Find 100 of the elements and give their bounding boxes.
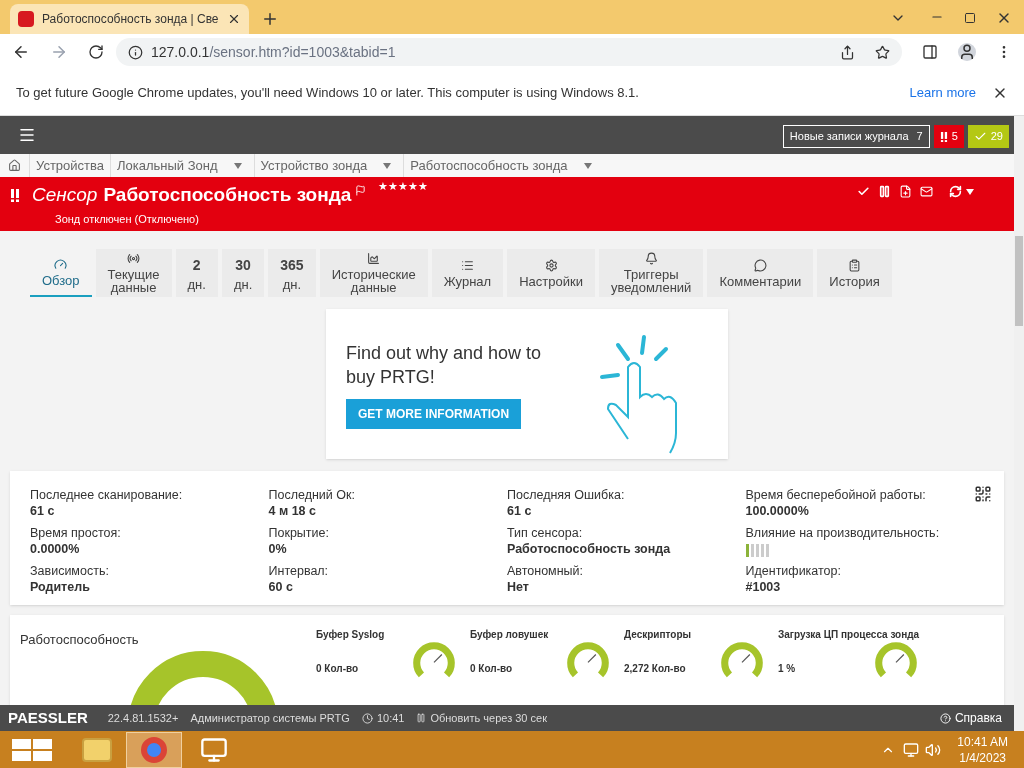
refresh-text: Обновить через 30 сек	[430, 710, 547, 726]
qr-code-icon[interactable]	[974, 485, 992, 503]
detail-value: 0%	[268, 541, 288, 557]
impact-meter	[745, 544, 770, 557]
star-icon: ★	[418, 181, 429, 192]
view-tab[interactable]: 365 дн.	[268, 249, 316, 297]
view-tab[interactable]: 2 дн.	[175, 249, 218, 297]
view-tab[interactable]: Исторические данные	[319, 249, 428, 297]
url-path: /sensor.htm?id=1003&tabid=1	[209, 42, 396, 62]
help-icon	[939, 712, 951, 724]
pause-icon[interactable]	[878, 185, 891, 198]
update-message: To get future Google Chrome updates, you'll need Windows 10 or later. This computer is using Windows 8.1.	[16, 83, 640, 102]
tab-icon	[848, 258, 861, 272]
alarms-button[interactable]: 5	[933, 125, 964, 148]
flag-icon[interactable]	[355, 185, 367, 196]
volume-icon[interactable]	[925, 741, 942, 758]
gauge-label: Загрузка ЦП процесса зонда	[778, 628, 921, 642]
tab-icon	[127, 252, 141, 265]
detail-value: Работоспособность зонда	[507, 541, 672, 557]
browser-tab[interactable]: Работоспособность зонда | Све	[10, 4, 249, 34]
view-tab[interactable]: Триггеры уведомлений	[598, 249, 704, 297]
promo-text: Find out why and how to buy PRTG!	[346, 342, 543, 389]
tab-icon	[644, 252, 658, 265]
windows-start-icon[interactable]	[12, 738, 52, 761]
refresh-icon[interactable]	[949, 185, 962, 198]
side-panel-icon[interactable]	[922, 44, 938, 60]
detail-value: 0.0000%	[30, 541, 81, 557]
view-tab[interactable]: Текущие данные	[95, 249, 172, 297]
gauge-value: 0 Кол-во	[316, 662, 359, 676]
url-host: 127.0.0.1	[151, 42, 210, 62]
caret-icon	[583, 162, 592, 169]
profile-icon[interactable]	[958, 43, 976, 61]
forward-icon[interactable]	[50, 43, 68, 61]
detail-value: 61 с	[30, 503, 56, 519]
star-icon: ★	[408, 181, 419, 192]
gauge-drawing	[720, 640, 764, 680]
tab-icon	[54, 257, 68, 271]
detail-label: Последнее сканирование:	[30, 487, 184, 503]
help-link[interactable]: Справка	[939, 709, 1002, 727]
sensor-kind: Сенсор	[32, 183, 98, 207]
gauge-label: Буфер ловушек	[470, 628, 550, 642]
gauge-drawing	[566, 640, 610, 680]
detail-label: Покрытие:	[268, 525, 330, 541]
tab-icon	[753, 258, 767, 272]
time-text: 10:41	[376, 710, 405, 726]
alert-icon	[10, 188, 20, 202]
learn-more-link[interactable]: Learn more	[909, 82, 976, 103]
detail-label: Зависимость:	[30, 563, 110, 579]
view-tab[interactable]: История	[817, 249, 892, 297]
monitor-app-icon[interactable]	[200, 735, 228, 764]
star-icon: ★	[398, 181, 409, 192]
restore-icon[interactable]	[964, 12, 976, 24]
detail-value: #1003	[745, 579, 782, 595]
tab-icon	[460, 258, 474, 272]
gauge-label: Дескрипторы	[624, 628, 693, 642]
detail-label: Последний Ок:	[268, 487, 356, 503]
detail-value: 60 с	[268, 579, 294, 595]
home-icon[interactable]	[8, 159, 21, 172]
detail-value: 100.0000%	[745, 503, 810, 519]
gauge-value: 1 %	[778, 662, 796, 676]
view-tab[interactable]: Журнал	[431, 249, 504, 297]
view-tab[interactable]: Комментарии	[707, 249, 814, 297]
tab-title: Работоспособность зонда | Све	[42, 11, 219, 28]
star-icon: ★	[388, 181, 399, 192]
pause-icon[interactable]	[416, 713, 427, 723]
detail-value: Нет	[507, 579, 530, 595]
acknowledge-icon[interactable]	[857, 185, 870, 198]
view-tab[interactable]: Настройки	[507, 249, 595, 297]
clock-icon	[361, 712, 373, 724]
gauge-value: 2,272 Кол-во	[624, 662, 686, 676]
star-icon: ★	[378, 181, 389, 192]
detail-label: Время бесперебойной работы:	[745, 487, 927, 503]
gauge-label: Буфер Syslog	[316, 628, 386, 642]
detail-label: Тип сенсора:	[507, 525, 584, 541]
check-icon	[973, 130, 987, 143]
gauge-drawing	[412, 640, 456, 680]
address-field[interactable]: 127.0.0.1/sensor.htm?id=1003&tabid=1	[116, 38, 902, 66]
add-file-icon[interactable]	[899, 185, 912, 198]
menu-icon[interactable]	[18, 126, 36, 144]
caret-icon	[966, 189, 974, 195]
view-tab[interactable]: 30 дн.	[221, 249, 265, 297]
reload-icon[interactable]	[88, 44, 104, 60]
new-log-entries-button[interactable]: Новые записи журнала 7	[782, 125, 930, 148]
priority-stars[interactable]: ★★★★★	[378, 181, 429, 192]
bookmark-icon[interactable]	[875, 44, 890, 60]
detail-label: Идентификатор:	[745, 563, 842, 579]
paessler-logo: PAESSLER	[8, 707, 88, 728]
mail-icon[interactable]	[920, 185, 933, 198]
back-icon[interactable]	[12, 43, 30, 61]
gauge-value: 0 Кол-во	[470, 662, 513, 676]
share-icon[interactable]	[840, 44, 855, 60]
alert-icon	[939, 131, 948, 142]
tab-icon	[367, 252, 381, 265]
user-text: Администратор системы PRTG	[190, 710, 350, 726]
detail-value: 61 с	[507, 503, 533, 519]
version-text: 22.4.81.1532+	[107, 710, 179, 726]
sensor-title: Работоспособность зонда	[103, 183, 352, 207]
site-logo-icon	[18, 11, 34, 27]
gauge-drawing	[874, 640, 918, 680]
sensor-status: Зонд отключен (Отключено)	[55, 211, 200, 227]
